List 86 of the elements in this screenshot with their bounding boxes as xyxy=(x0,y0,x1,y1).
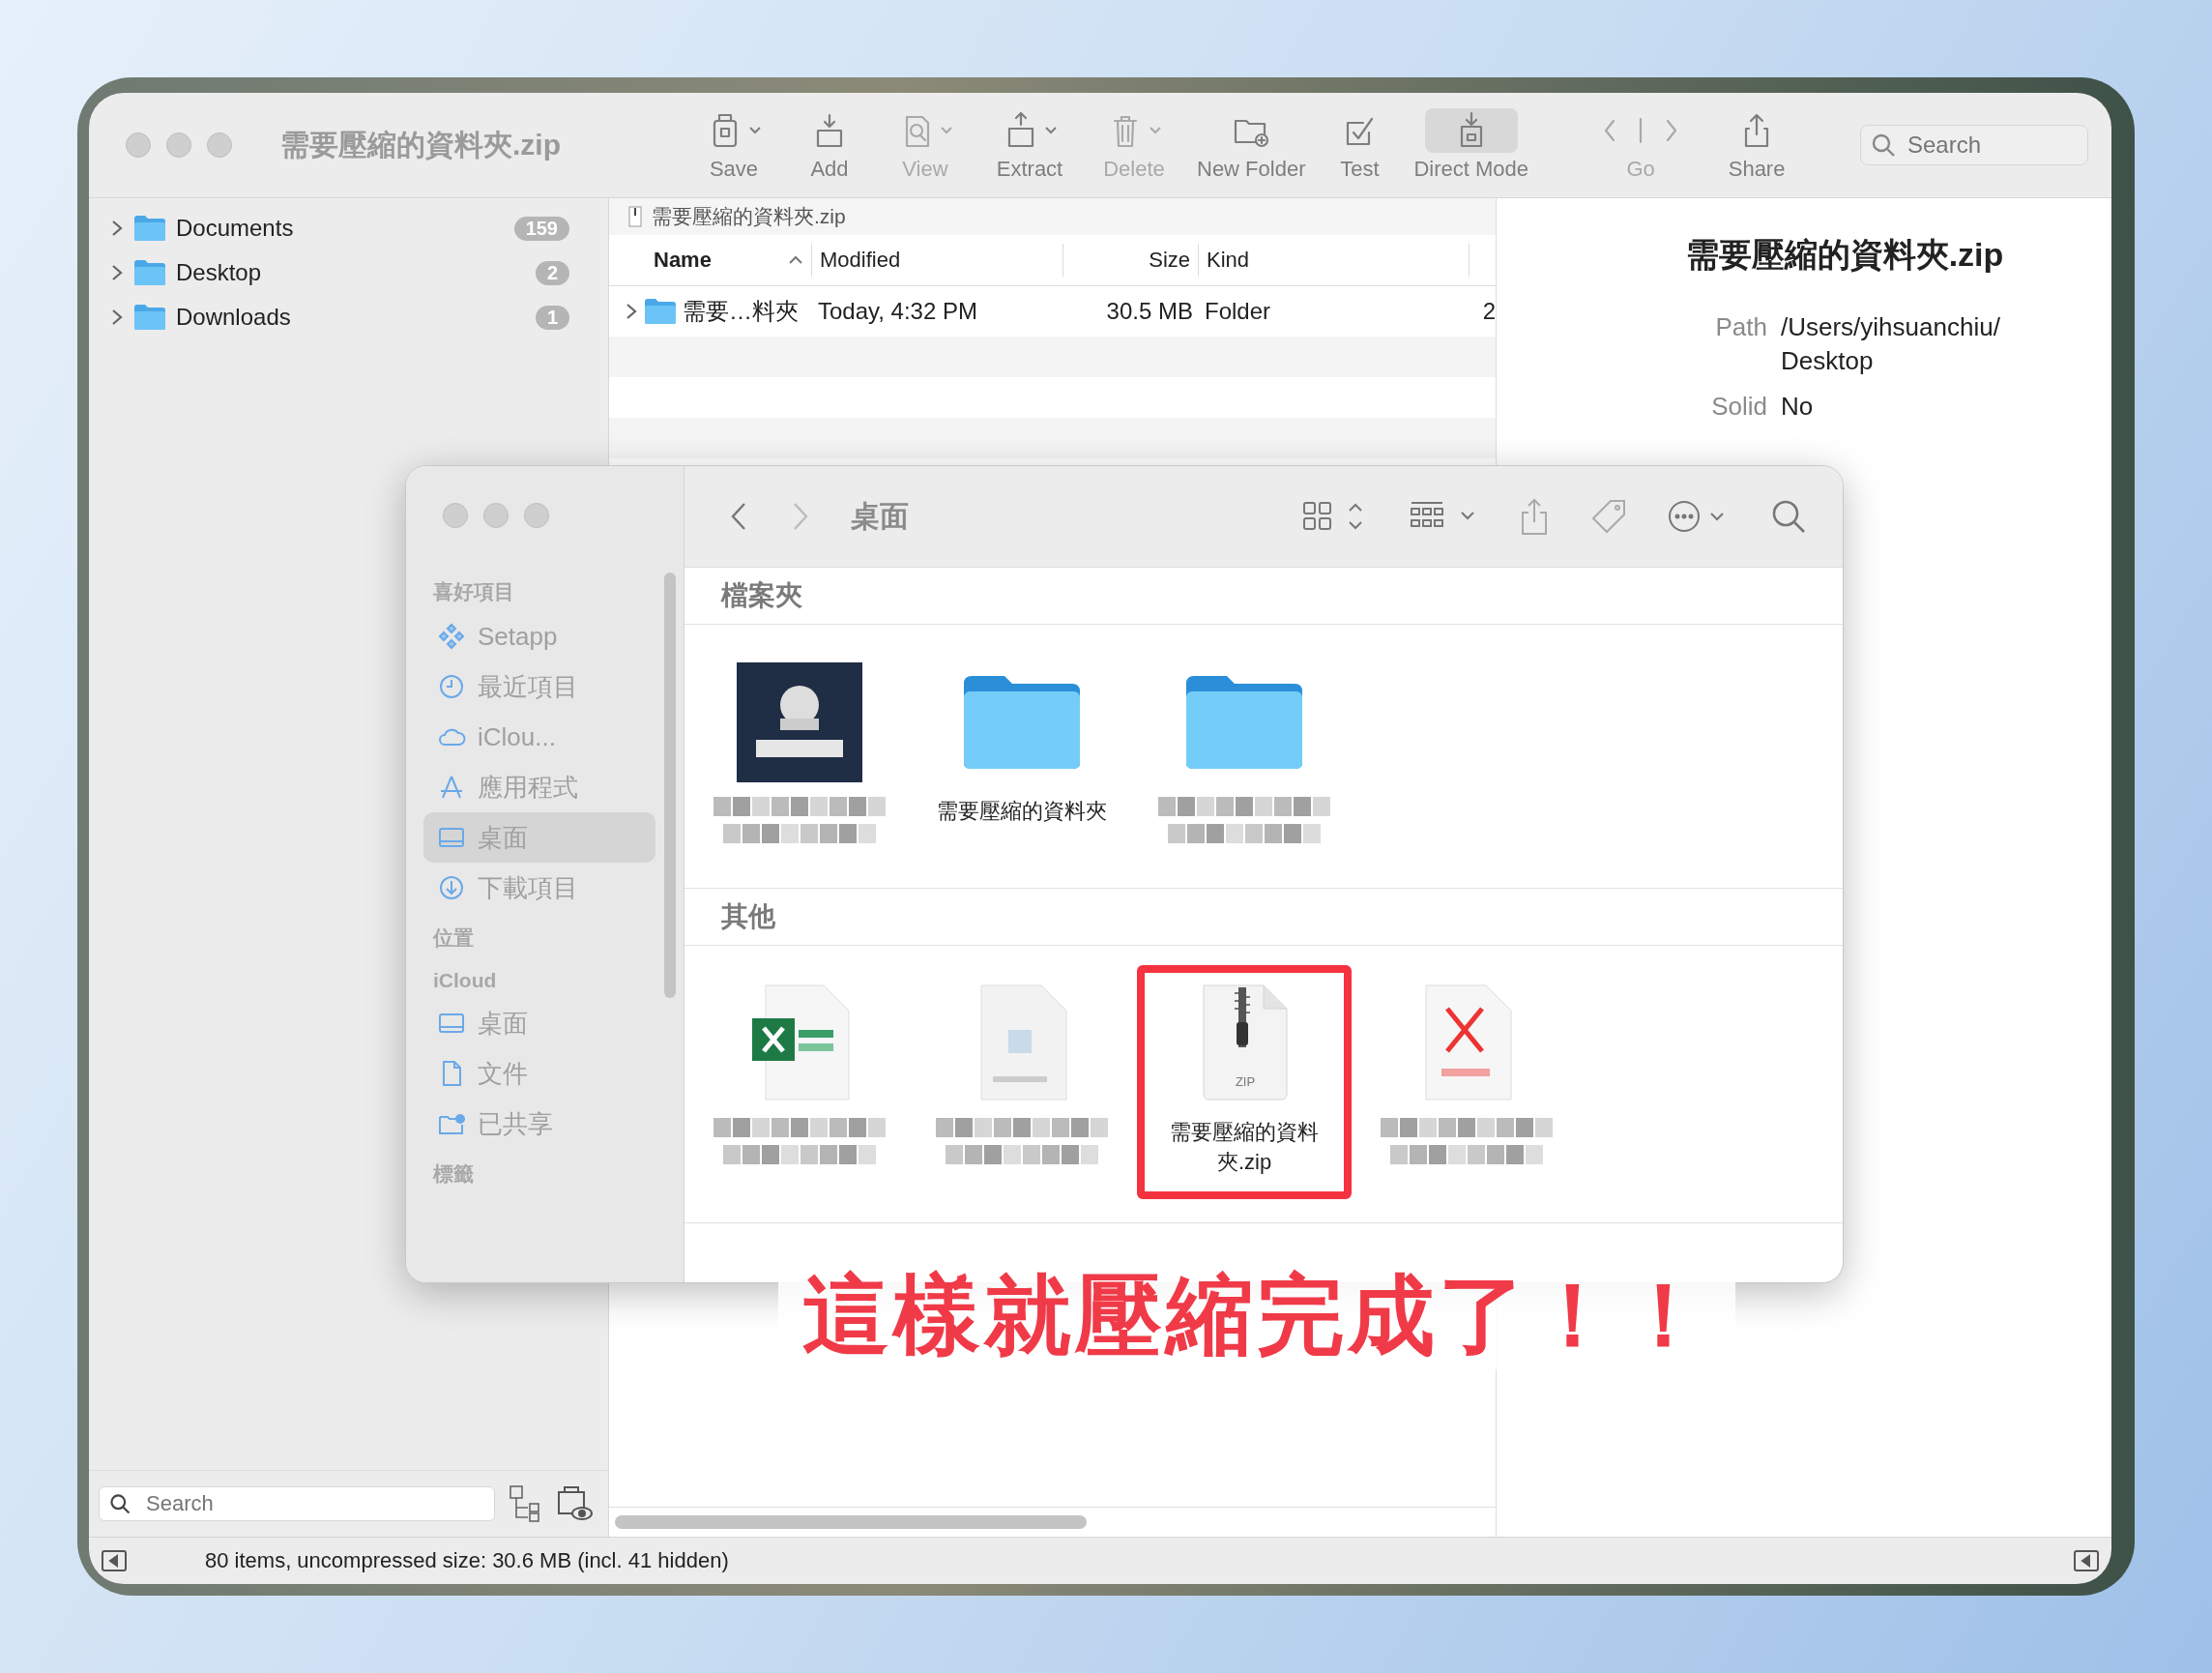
sidebar-item[interactable]: 已共享 xyxy=(423,1099,655,1149)
window-title: 桌面 xyxy=(851,498,909,534)
folder-icon xyxy=(133,304,166,331)
table-cell-text: 30.5 MB xyxy=(1105,298,1194,325)
table-cell-text: 2 xyxy=(1481,298,1496,325)
path-label: 需要壓縮的資料夾.zip xyxy=(652,204,846,229)
group-heading: 檔案夾 xyxy=(684,568,1843,625)
field-value: /Users/yihsuanchiu/ xyxy=(1781,312,2000,342)
toolbar-button[interactable]: Share xyxy=(1718,108,1796,182)
column-header[interactable]: Size xyxy=(1063,244,1199,277)
column-header[interactable]: Modified xyxy=(812,244,1063,277)
toolbar-button[interactable]: Add xyxy=(791,108,868,182)
folder-icon xyxy=(962,674,1082,771)
sidebar-item[interactable]: 最近項目 xyxy=(423,661,655,712)
sidebar-item[interactable]: Downloads 1 xyxy=(89,295,608,339)
group-heading: 其他 xyxy=(684,889,1843,946)
sidebar-toggle-icon[interactable] xyxy=(2073,1549,2100,1572)
field-label: Solid xyxy=(1710,392,1767,422)
sidebar-heading: iCloud xyxy=(432,968,498,993)
sidebar-item[interactable]: Setapp xyxy=(423,611,655,661)
toolbar-button[interactable]: New Folder xyxy=(1191,108,1312,182)
toolbar-button[interactable]: Save xyxy=(686,108,781,182)
search-icon xyxy=(1870,132,1897,159)
search-field[interactable]: Search xyxy=(99,1486,495,1521)
folder-icon xyxy=(133,259,166,286)
table-cell-text: Folder xyxy=(1204,298,1272,325)
window-title: 需要壓縮的資料夾.zip xyxy=(280,127,562,162)
clock-icon xyxy=(437,672,466,701)
zip-file-icon xyxy=(1203,984,1288,1101)
minimize-button[interactable] xyxy=(483,503,509,528)
column-header[interactable]: Kind xyxy=(1199,244,1470,277)
scrollbar-thumb[interactable] xyxy=(664,572,676,998)
table-row[interactable]: 需要…料夾 Today, 4:32 PM 30.5 MB Folder 2 xyxy=(609,286,1496,337)
folder-icon xyxy=(1184,674,1304,771)
close-button[interactable] xyxy=(126,132,151,158)
scrollbar-thumb[interactable] xyxy=(615,1515,1087,1529)
file-name: 需要壓縮的資料夾 xyxy=(936,798,1108,825)
archive-icon xyxy=(628,206,642,227)
zoom-button[interactable] xyxy=(207,132,232,158)
search-field[interactable]: Search xyxy=(1860,125,2088,165)
table-cell-text: 需要…料夾 xyxy=(683,297,799,326)
sidebar-item[interactable]: iClou... xyxy=(423,712,655,762)
app-thumbnail-icon xyxy=(737,662,862,782)
folder-icon xyxy=(133,215,166,242)
chevron-icon xyxy=(625,302,638,321)
file-tile[interactable]: ZIP 需要壓縮的資料夾.zip xyxy=(1137,965,1352,1199)
close-button[interactable] xyxy=(443,503,468,528)
sidebar-item[interactable]: Documents 159 xyxy=(89,206,608,250)
sidebar-item[interactable]: Desktop 2 xyxy=(89,250,608,295)
toolbar-button[interactable]: Direct Mode xyxy=(1408,108,1535,182)
file-name: 需要壓縮的資料夾.zip xyxy=(1169,1119,1320,1176)
count-badge: 159 xyxy=(513,216,569,241)
minimize-button[interactable] xyxy=(166,132,191,158)
archive-title: 需要壓縮的資料夾.zip xyxy=(1684,235,2005,275)
count-badge: 2 xyxy=(535,260,569,285)
toolbar-button[interactable]: Test xyxy=(1321,108,1399,182)
archive-eye-icon[interactable] xyxy=(555,1484,594,1523)
chevron-icon xyxy=(110,263,124,282)
zip-label: ZIP xyxy=(1235,1074,1256,1089)
zoom-button[interactable] xyxy=(524,503,549,528)
count-badge: 1 xyxy=(535,305,569,330)
sidebar-toggle-icon[interactable] xyxy=(101,1549,128,1572)
sidebar-item[interactable]: 文件 xyxy=(423,1048,655,1099)
toolbar-button[interactable]: Extract xyxy=(982,108,1077,182)
sidebar-item[interactable]: 桌面 xyxy=(423,998,655,1048)
status-text: 80 items, uncompressed size: 30.6 MB (incl. 41 hidden) xyxy=(205,1548,730,1573)
field-label: Path xyxy=(1714,312,1767,343)
search-icon xyxy=(108,1492,131,1515)
chevron-icon xyxy=(110,308,124,327)
download-icon xyxy=(437,873,466,902)
column-header[interactable]: Name xyxy=(609,244,812,277)
sidebar-heading: 位置 xyxy=(431,925,475,951)
sort-caret-icon xyxy=(788,255,803,265)
field-value: Desktop xyxy=(1781,346,1875,376)
tree-list-icon[interactable] xyxy=(509,1484,541,1523)
sidebar-item[interactable]: 下載項目 xyxy=(423,863,655,913)
tag-icon[interactable] xyxy=(1589,497,1628,536)
sidebar-item[interactable]: 應用程式 xyxy=(423,762,655,812)
table-cell-text: Today, 4:32 PM xyxy=(817,298,978,325)
chevron-icon xyxy=(110,219,124,238)
sidebar-heading: 標籤 xyxy=(431,1161,475,1187)
file-tile[interactable]: 需要壓縮的資料夾 xyxy=(915,644,1129,865)
diamond-dots-icon xyxy=(437,622,466,651)
field-value: No xyxy=(1781,392,1814,422)
sidebar-heading: 喜好項目 xyxy=(432,579,515,604)
folder-icon xyxy=(644,298,677,325)
